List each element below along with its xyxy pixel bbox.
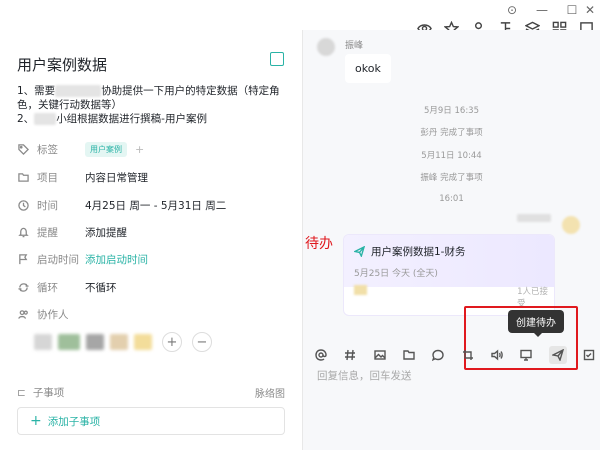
timestamp: 16:01 [439,194,464,204]
project-value[interactable]: 内容日常管理 [85,170,148,185]
task-title[interactable]: 用户案例数据 [17,54,107,75]
add-collaborator-button[interactable]: + [162,332,182,352]
add-remind-button[interactable]: 添加提醒 [85,225,127,240]
add-tag-button[interactable]: + [135,143,144,156]
add-start-time-button[interactable]: 添加启动时间 [85,252,148,267]
mindmap-button[interactable]: 脉络图 [255,385,285,400]
project-field: 项目 内容日常管理 [17,167,287,187]
collaborator-avatars: + − [34,332,212,352]
avatar[interactable] [110,334,128,350]
avatar[interactable] [58,334,80,350]
clock-icon [17,199,29,211]
add-subtask-button[interactable]: + 添加子事项 [17,407,285,435]
repeat-field: 循环 不循环 [17,277,287,297]
remind-field: 提醒 添加提醒 [17,222,287,242]
remove-collaborator-button[interactable]: − [192,332,212,352]
task-complete-checkbox[interactable] [270,52,284,66]
task-description[interactable]: 1、需要 协助提供一下用户的特定数据（特定角 色，关键行动数据等） 2、 小组根据数… [17,84,292,126]
start-time-field: 启动时间 添加启动时间 [17,249,287,269]
tags-field: 标签 用户案例 + [17,139,287,159]
collaborators-field: 协作人 [17,304,287,324]
message-bubble[interactable]: okok [345,54,391,83]
bell-icon [17,226,29,238]
redacted-name [517,214,551,222]
redacted-name [55,85,102,97]
avatar[interactable] [317,38,335,56]
flag-icon [17,253,29,265]
avatar[interactable] [86,334,104,350]
todo-card-date: 5月25日 今天 (全天) [354,269,438,279]
crop-icon[interactable] [461,348,475,362]
start-time-label: 启动时间 [37,253,79,266]
collaborators-label: 协作人 [37,308,69,321]
timestamp: 5月9日 16:35 [423,106,479,116]
subtask-header: ⊏ 子事项 脉络图 [17,385,285,401]
hashtag-icon[interactable] [343,348,357,362]
todo-card[interactable]: 用户案例数据1-财务 5月25日 今天 (全天) 1人已接受 [343,234,555,316]
users-icon [17,308,29,320]
image-icon[interactable] [373,348,387,362]
system-note: 振峰 完成了事项 [420,173,483,183]
message-sender: 振峰 [345,41,364,51]
folder-icon[interactable] [402,348,416,362]
repeat-label: 循环 [37,281,58,294]
time-label: 时间 [37,199,58,212]
tag-icon [17,143,29,155]
screen-share-icon[interactable] [519,348,533,362]
repeat-value[interactable]: 不循环 [85,280,117,295]
reply-input[interactable] [317,368,587,384]
message-toolbar [314,346,596,364]
timestamp: 5月11日 10:44 [421,151,482,161]
comment-icon[interactable] [431,348,445,362]
folder-icon [17,171,29,183]
project-label: 项目 [37,171,58,184]
task-list-icon[interactable] [582,348,596,362]
time-field: 时间 4月25日 周一 - 5月31日 周二 [17,195,287,215]
avatar [354,285,368,295]
subtask-label: 子事项 [32,387,65,399]
avatar[interactable] [562,216,580,234]
create-todo-icon[interactable] [548,346,567,364]
todo-card-title: 用户案例数据1-财务 [371,246,466,258]
create-todo-tooltip: 创建待办 [508,310,564,337]
chat-pane: 振峰 okok 5月9日 16:35 彭丹 完成了事项 5月11日 10:44 … [303,30,600,450]
task-detail-pane: 用户案例数据 1、需要 协助提供一下用户的特定数据（特定角 色，关键行动数据等） … [0,30,302,450]
plus-icon: + [30,413,42,429]
avatar[interactable] [134,334,152,350]
avatar[interactable] [34,334,52,350]
system-note: 彭丹 完成了事项 [420,128,483,138]
volume-icon[interactable] [490,348,504,362]
time-value[interactable]: 4月25日 周一 - 5月31日 周二 [85,198,226,213]
subtask-icon: ⊏ [17,386,26,399]
remind-label: 提醒 [37,226,58,239]
mention-icon[interactable] [314,348,328,362]
redacted-name [34,113,57,125]
annotation-label: 待办 [305,236,333,252]
send-icon [354,246,365,257]
tag-chip[interactable]: 用户案例 [85,141,127,157]
tags-label: 标签 [37,143,58,156]
repeat-icon [17,281,29,293]
